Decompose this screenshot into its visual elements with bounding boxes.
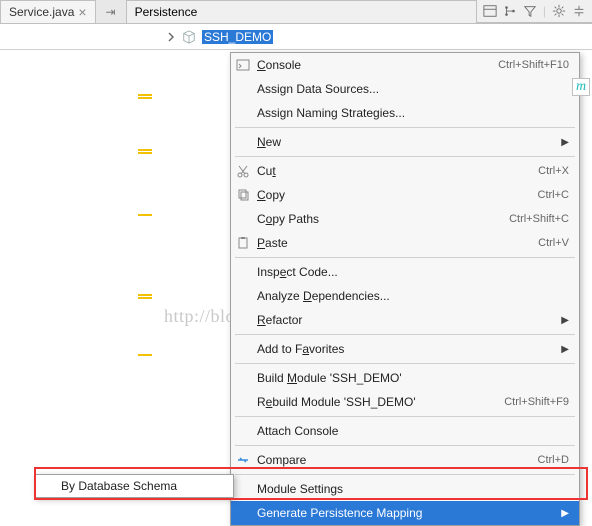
menu-separator: [235, 416, 575, 417]
menu-module-settings[interactable]: Module Settings: [231, 477, 579, 501]
menu-shortcut: Ctrl+Shift+F9: [504, 396, 569, 408]
compare-icon: [236, 453, 250, 467]
menu-shortcut: Ctrl+X: [538, 165, 569, 177]
menu-console[interactable]: Console Ctrl+Shift+F10: [231, 53, 579, 77]
persistence-pane-title: Persistence: [126, 0, 477, 23]
menu-label: Module Settings: [257, 482, 569, 496]
submenu-generate-mapping: By Database Schema: [34, 474, 234, 498]
menu-separator: [235, 257, 575, 258]
gear-icon[interactable]: [552, 4, 566, 18]
menu-paste[interactable]: PasteCtrl+V: [231, 231, 579, 255]
gutter-marks: [138, 54, 152, 514]
menu-label: Assign Data Sources...: [257, 82, 569, 96]
menu-refactor[interactable]: Refactor ▶: [231, 308, 579, 332]
separator: |: [543, 4, 546, 18]
menu-label: Build Module 'SSH_DEMO': [257, 371, 569, 385]
menu-shortcut: Ctrl+Shift+F10: [498, 59, 569, 71]
copy-icon: [236, 188, 250, 202]
menu-label: Cut: [257, 164, 538, 178]
menu-add-favorites[interactable]: Add to Favorites ▶: [231, 337, 579, 361]
menu-label: Assign Naming Strategies...: [257, 106, 569, 120]
menu-label: Inspect Code...: [257, 265, 569, 279]
menu-build-module[interactable]: Build Module 'SSH_DEMO': [231, 366, 579, 390]
menu-shortcut: Ctrl+V: [538, 237, 569, 249]
persistence-tree: SSH_DEMO: [0, 24, 592, 50]
pin-icon[interactable]: ⇥: [96, 0, 126, 23]
menu-separator: [235, 474, 575, 475]
chevron-right-icon: ▶: [561, 137, 569, 148]
menu-assign-naming-strategies[interactable]: Assign Naming Strategies...: [231, 101, 579, 125]
menu-label: Analyze Dependencies...: [257, 289, 569, 303]
layout-icon[interactable]: [483, 4, 497, 18]
menu-separator: [235, 445, 575, 446]
menu-copy[interactable]: CopyCtrl+C: [231, 183, 579, 207]
menu-label: Console: [257, 58, 498, 72]
menu-separator: [235, 156, 575, 157]
menu-assign-data-sources[interactable]: Assign Data Sources...: [231, 77, 579, 101]
menu-label: By Database Schema: [61, 479, 223, 493]
menu-label: Copy: [257, 188, 538, 202]
filter-icon[interactable]: [523, 4, 537, 18]
menu-label: Refactor: [257, 313, 557, 327]
menu-separator: [235, 363, 575, 364]
menu-separator: [235, 334, 575, 335]
menu-cut[interactable]: CutCtrl+X: [231, 159, 579, 183]
tree-icon[interactable]: [503, 4, 517, 18]
menu-label: Add to Favorites: [257, 342, 557, 356]
menu-attach-console[interactable]: Attach Console: [231, 419, 579, 443]
submenu-by-database-schema[interactable]: By Database Schema: [35, 475, 233, 497]
menu-label: Copy Paths: [257, 212, 509, 226]
module-icon: [182, 30, 196, 44]
tree-item-label[interactable]: SSH_DEMO: [202, 30, 273, 44]
menu-label: New: [257, 135, 557, 149]
menu-new[interactable]: New ▶: [231, 130, 579, 154]
menu-shortcut: Ctrl+D: [538, 454, 569, 466]
chevron-right-icon[interactable]: [166, 32, 176, 42]
menu-label: Rebuild Module 'SSH_DEMO': [257, 395, 504, 409]
chevron-right-icon: ▶: [561, 315, 569, 326]
menu-inspect-code[interactable]: Inspect Code...: [231, 260, 579, 284]
menu-shortcut: Ctrl+C: [538, 189, 569, 201]
maven-tool-button[interactable]: m: [572, 78, 590, 96]
menu-shortcut: Ctrl+Shift+C: [509, 213, 569, 225]
file-tab-label: Service.java: [9, 5, 74, 19]
chevron-right-icon: ▶: [561, 344, 569, 355]
pane-title-label: Persistence: [135, 5, 198, 19]
menu-label: Paste: [257, 236, 538, 250]
menu-label: Attach Console: [257, 424, 569, 438]
menu-compare[interactable]: CompareCtrl+D: [231, 448, 579, 472]
menu-analyze-dependencies[interactable]: Analyze Dependencies...: [231, 284, 579, 308]
pane-toolbar: |: [477, 0, 592, 23]
collapse-icon[interactable]: [572, 4, 586, 18]
console-icon: [236, 58, 250, 72]
menu-generate-persistence-mapping[interactable]: Generate Persistence Mapping▶: [231, 501, 579, 525]
context-menu: Console Ctrl+Shift+F10 Assign Data Sourc…: [230, 52, 580, 526]
chevron-right-icon: ▶: [561, 508, 569, 519]
cut-icon: [236, 164, 250, 178]
file-tab[interactable]: Service.java ×: [0, 0, 96, 23]
menu-rebuild-module[interactable]: Rebuild Module 'SSH_DEMO'Ctrl+Shift+F9: [231, 390, 579, 414]
menu-label: Compare: [257, 453, 538, 467]
menu-separator: [235, 127, 575, 128]
close-icon[interactable]: ×: [78, 5, 86, 19]
paste-icon: [236, 236, 250, 250]
menu-copy-paths[interactable]: Copy PathsCtrl+Shift+C: [231, 207, 579, 231]
